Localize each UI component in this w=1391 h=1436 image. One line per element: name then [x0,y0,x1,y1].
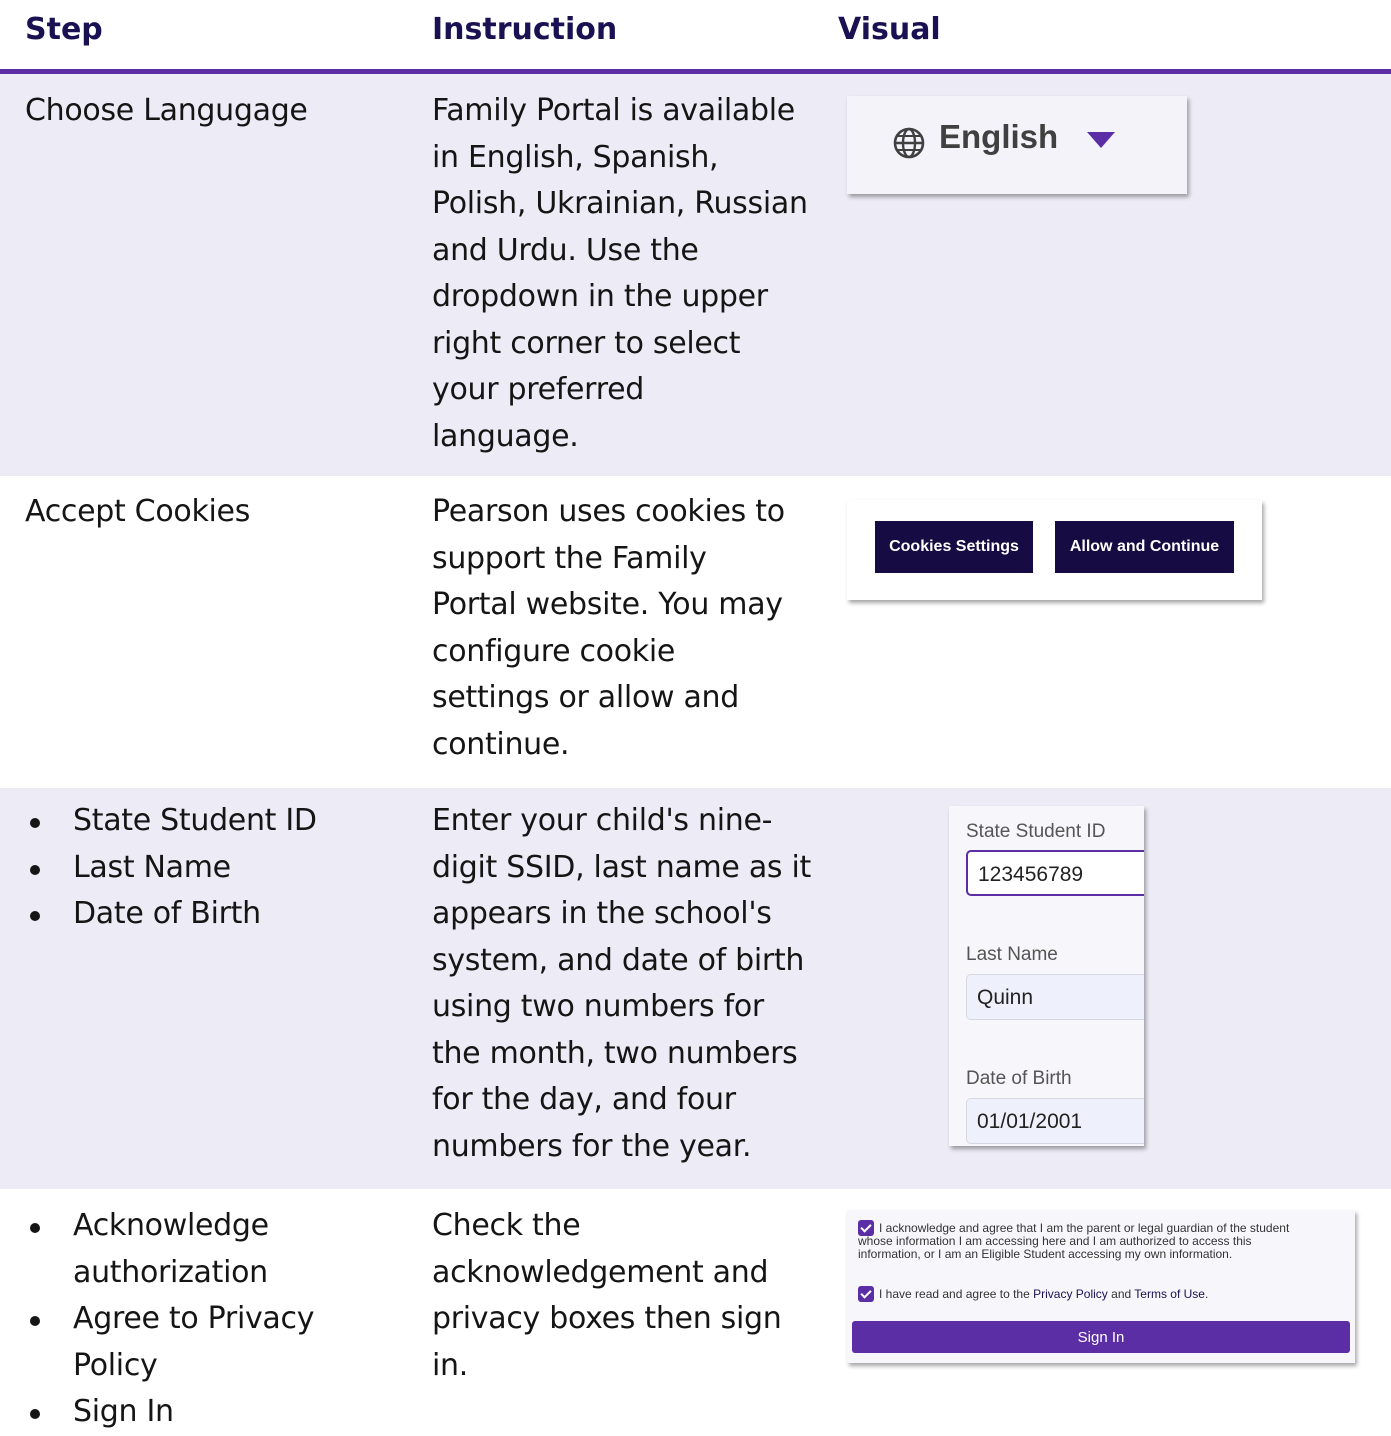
instruction-line: Polish, Ukrainian, Russian [432,186,808,221]
instruction-line: for the day, and four [432,1082,736,1117]
student-form-screenshot: State Student ID 123456789 Last Name Qui… [949,806,1144,1146]
ssid-label: State Student ID [966,821,1106,842]
instruction-line: Enter your child's nine- [432,803,773,838]
language-selector-screenshot: English [847,96,1187,194]
step-choose-language: Choose Langugage [25,93,308,128]
allow-continue-button[interactable]: Allow and Continue [1055,521,1234,573]
instruction-line: in. [432,1347,468,1383]
language-dropdown-value[interactable]: English [939,118,1058,156]
instruction-line: digit SSID, last name as it [432,849,811,885]
bullet-item: State Student ID [25,798,405,845]
header-visual: Visual [838,12,941,47]
sign-in-button[interactable]: Sign In [852,1321,1350,1353]
bullet-line: Acknowledge [73,1208,269,1243]
privacy-text: I have read and agree to the Privacy Pol… [879,1288,1208,1301]
cookies-settings-button[interactable]: Cookies Settings [875,521,1033,573]
instruction-line: and Urdu. Use the [432,232,699,268]
instruction-line: appears in the school's [432,896,772,931]
instruction-line: continue. [432,726,570,762]
instruction-line: privacy boxes then sign [432,1301,782,1336]
dob-input[interactable]: 01/01/2001 [966,1098,1144,1144]
chevron-down-icon[interactable] [1087,132,1115,148]
instruction-line: Pearson uses cookies to [432,494,785,529]
instruction-line: numbers for the year. [432,1128,752,1164]
instruction-student-info: Enter your child's nine- digit SSID, las… [432,798,817,1170]
ssid-value: 123456789 [978,863,1084,886]
table-row-student-info: State Student ID Last Name Date of Birth… [0,788,1391,1189]
privacy-and: and [1107,1287,1135,1301]
globe-icon [893,127,925,159]
bullet-item: Sign In [25,1389,405,1436]
instruction-line: acknowledgement and [432,1254,769,1290]
step-accept-cookies: Accept Cookies [25,494,251,529]
last-name-label: Last Name [966,944,1058,965]
instruction-line: the month, two numbers [432,1035,798,1071]
instruction-line: support the Family [432,540,707,576]
instruction-line: Check the [432,1208,581,1243]
cookie-banner-screenshot: Cookies Settings Allow and Continue [847,500,1262,600]
acknowledge-line: information, or I am an Eligible Student… [858,1247,1233,1261]
instruction-line: right corner to select [432,325,741,361]
privacy-checkbox[interactable] [858,1286,874,1302]
ssid-input[interactable]: 123456789 [966,850,1144,896]
dob-value: 01/01/2001 [977,1110,1083,1133]
bullet-line: Policy [73,1347,158,1383]
instruction-language: Family Portal is available in English, S… [432,88,817,460]
bullet-item: Acknowledge authorization [25,1203,405,1296]
instruction-line: Portal website. You may [432,587,783,622]
table-header: Step Instruction Visual [0,0,1391,74]
instruction-line: in English, Spanish, [432,139,719,175]
instruction-line: Family Portal is available [432,93,795,128]
privacy-prefix: I have read and agree to the [879,1287,1034,1301]
instruction-line: using two numbers for [432,989,764,1024]
step-student-info: State Student ID Last Name Date of Birth [25,798,405,938]
bullet-line: Sign In [73,1394,174,1429]
bullet-line: Agree to Privacy [73,1301,315,1336]
bullet-item: Last Name [25,845,405,892]
header-step: Step [25,12,103,47]
instruction-line: your preferred [432,372,644,407]
terms-of-use-link[interactable]: Terms of Use [1134,1287,1205,1301]
bullet-item: Date of Birth [25,891,405,938]
instruction-line: settings or allow and [432,680,740,715]
header-instruction: Instruction [432,12,618,47]
dob-label: Date of Birth [966,1068,1072,1089]
sign-in-screenshot: I acknowledge and agree that I am the pa… [847,1210,1355,1363]
instruction-sign-in: Check the acknowledgement and privacy bo… [432,1203,817,1389]
instruction-line: configure cookie [432,633,676,669]
last-name-value: Quinn [977,986,1034,1009]
last-name-input[interactable]: Quinn [966,974,1144,1020]
instruction-cookies: Pearson uses cookies to support the Fami… [432,489,817,768]
privacy-policy-link[interactable]: Privacy Policy [1033,1287,1108,1301]
instruction-line: language. [432,418,579,454]
instruction-line: system, and date of birth [432,942,805,978]
instruction-line: dropdown in the upper [432,279,768,314]
acknowledge-text: I acknowledge and agree that I am the pa… [858,1222,1353,1261]
privacy-suffix: . [1204,1287,1209,1301]
bullet-line: authorization [73,1254,268,1290]
step-sign-in: Acknowledge authorization Agree to Priva… [25,1203,405,1436]
bullet-item: Agree to Privacy Policy [25,1296,405,1389]
